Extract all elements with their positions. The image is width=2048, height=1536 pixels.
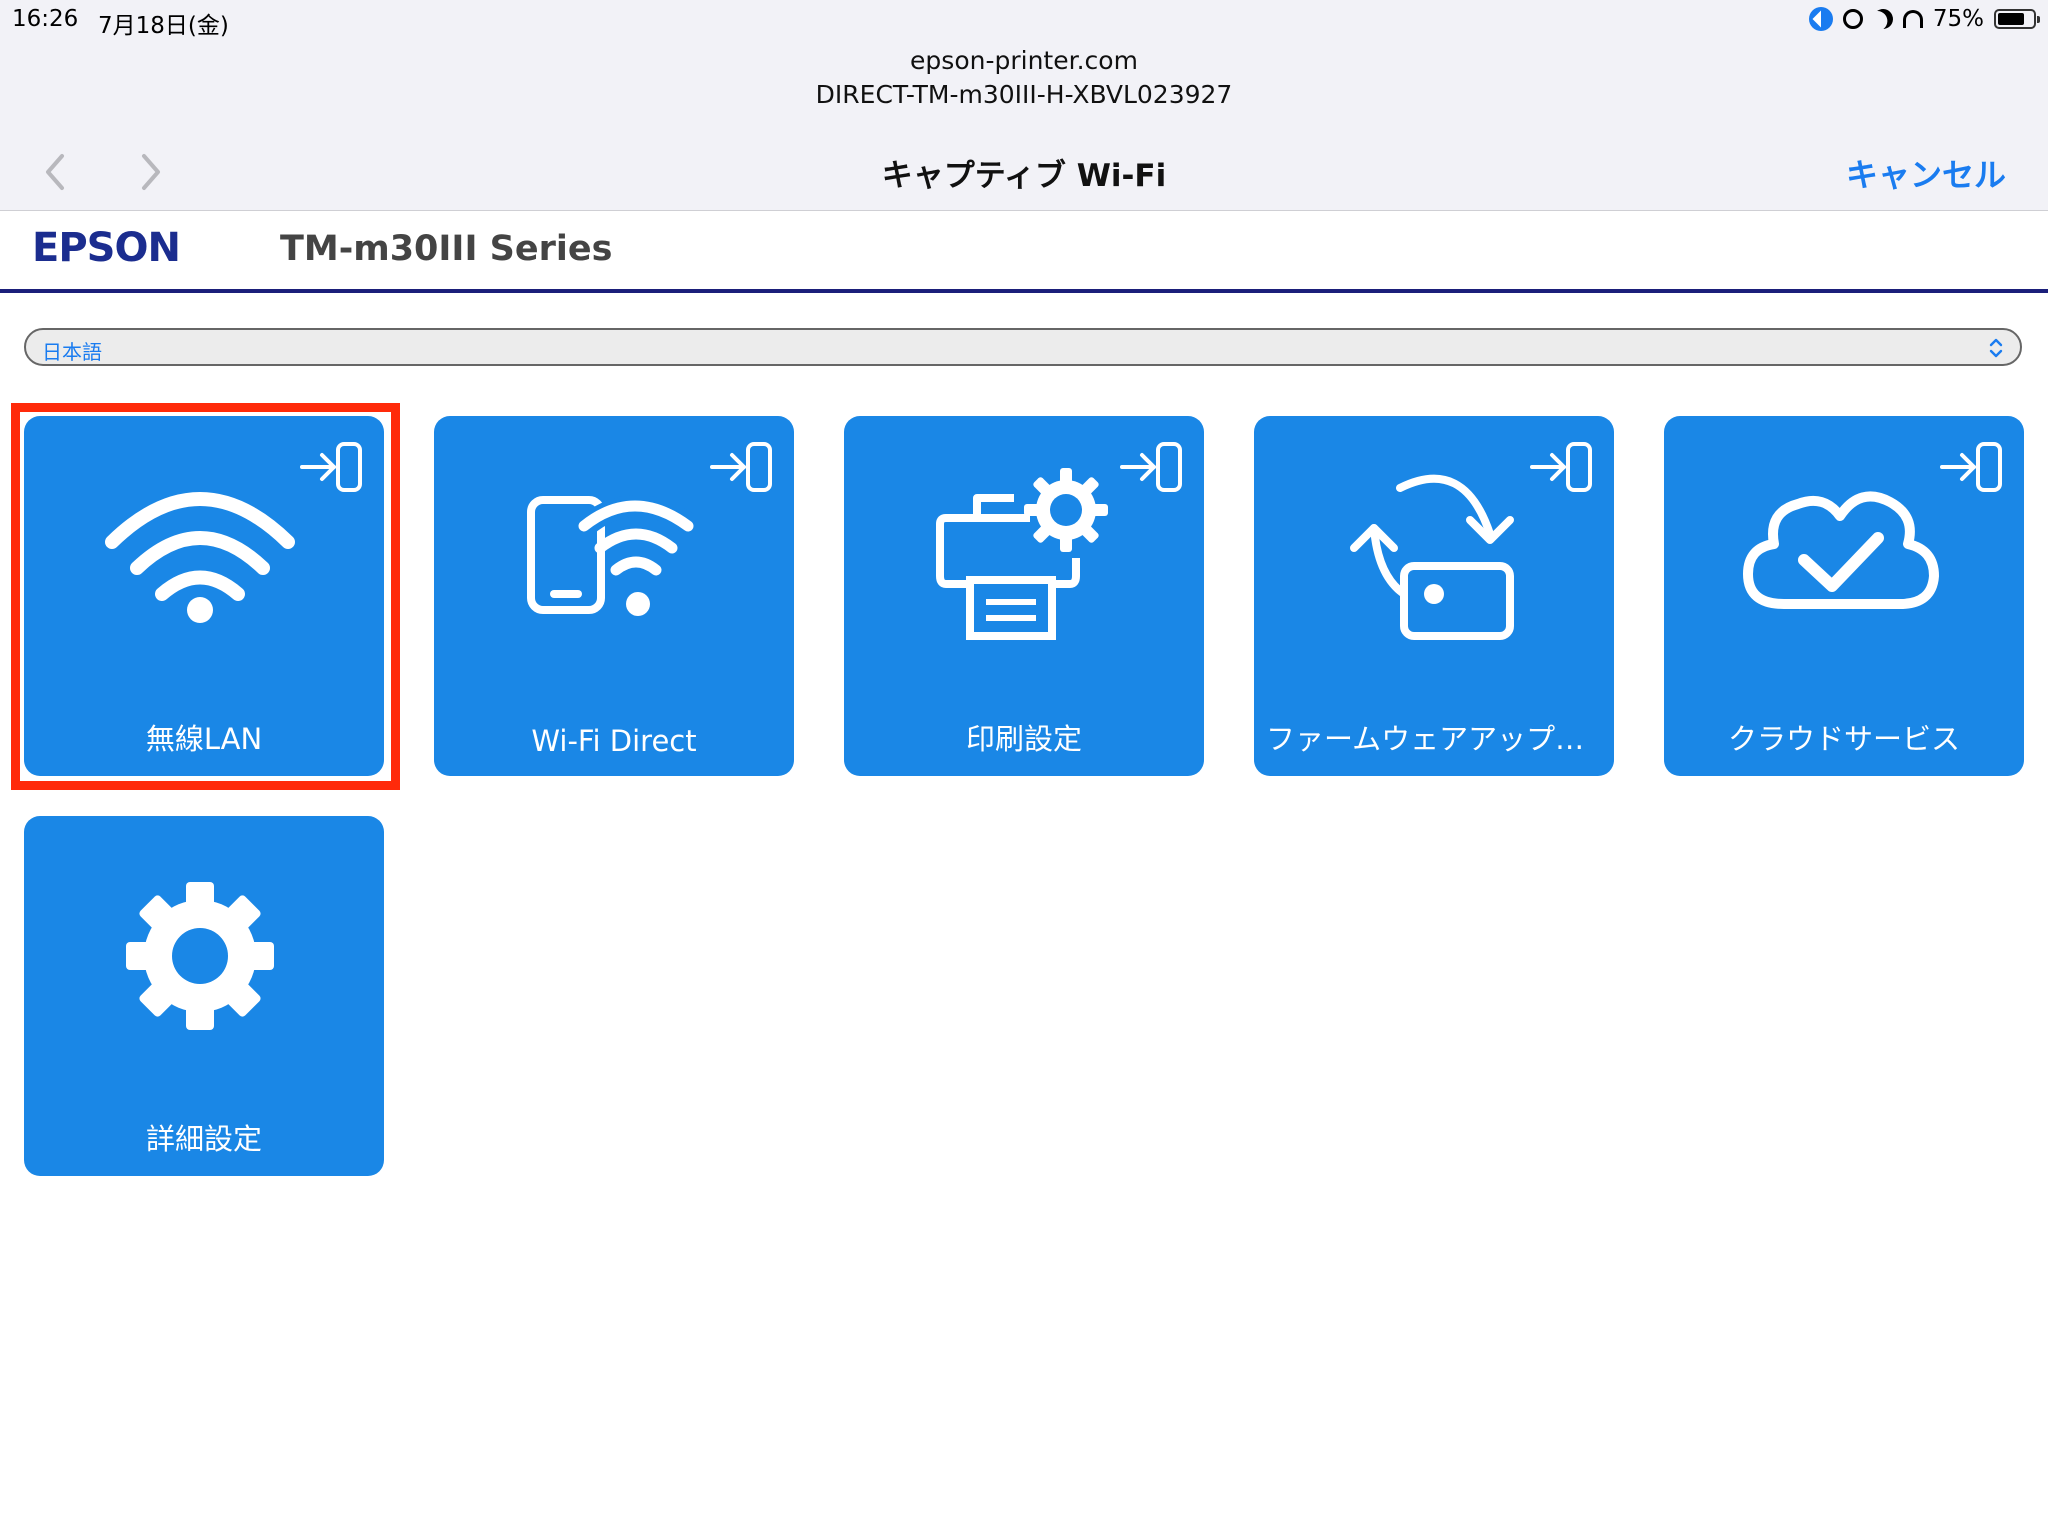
tile-advanced-settings[interactable]: 詳細設定: [24, 816, 384, 1176]
language-select[interactable]: 日本語: [24, 328, 2022, 366]
tile-wifi-direct[interactable]: Wi-Fi Direct: [434, 416, 794, 776]
tile-cloud-service[interactable]: クラウドサービス: [1664, 416, 2024, 776]
orientation-lock-icon: [1842, 9, 1863, 29]
status-date: 7月18日(金): [98, 13, 229, 39]
gear-icon: [126, 882, 274, 1030]
tile-label: ファームウェアアップデート: [1266, 722, 1602, 756]
status-bar: 16:26 7月18日(金) 75%: [0, 0, 2048, 40]
firmware-update-icon: [1350, 474, 1514, 640]
cancel-button[interactable]: キャンセル: [1846, 150, 2006, 196]
battery-percent: 75%: [1932, 6, 1984, 32]
wifi-direct-icon: [527, 495, 699, 616]
wifi-icon: [105, 492, 295, 623]
printer-settings-icon: [936, 468, 1108, 640]
tile-print-settings[interactable]: 印刷設定: [844, 416, 1204, 776]
location-icon: [1808, 7, 1833, 31]
status-time: 16:26: [12, 6, 79, 32]
tile-label: 詳細設定: [145, 1122, 262, 1156]
battery-icon: [1994, 9, 2040, 29]
epson-header: EPSON TM-m30III Series: [0, 211, 2048, 293]
tile-label: 無線LAN: [145, 722, 263, 756]
printer-model: TM-m30III Series: [280, 229, 613, 269]
language-select-value: 日本語: [42, 340, 102, 364]
tile-wireless-lan[interactable]: 無線LAN: [24, 416, 384, 776]
captive-domain: epson-printer.com: [910, 46, 1138, 75]
updown-chevron-icon: [1989, 338, 2003, 358]
epson-logo: EPSON: [32, 225, 181, 271]
tile-label: 印刷設定: [965, 722, 1082, 756]
status-indicators: 75%: [1808, 6, 2040, 32]
tile-label: クラウドサービス: [1727, 722, 1960, 756]
battery-fill: [1998, 13, 2024, 25]
captive-ssid: DIRECT-TM-m30III-H-XBVL023927: [815, 80, 1233, 109]
headphones-icon: [1902, 10, 1923, 28]
tile-firmware-update[interactable]: ファームウェアアップデート: [1254, 416, 1614, 776]
moon-icon: [1870, 6, 1896, 32]
captive-header: epson-printer.com DIRECT-TM-m30III-H-XBV…: [0, 40, 2048, 211]
tile-label: Wi-Fi Direct: [531, 724, 697, 758]
captive-title: キャプティブ Wi-Fi: [881, 158, 1167, 194]
cloud-check-icon: [1743, 491, 1939, 609]
